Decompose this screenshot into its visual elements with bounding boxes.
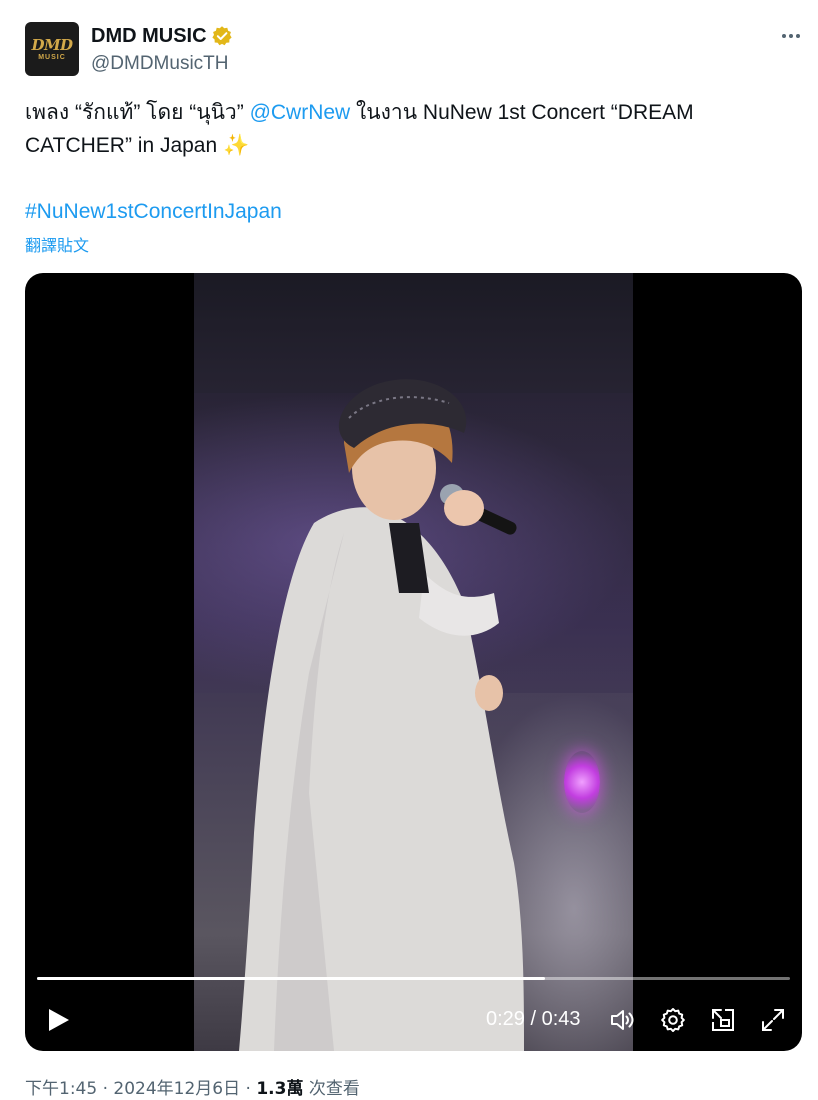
- views-count: 1.3萬: [256, 1079, 304, 1099]
- tweet-card: DMD MUSIC DMD MUSIC @DMDMusicTH เพลง “รั…: [0, 0, 818, 1100]
- post-time[interactable]: 下午1:45: [25, 1079, 97, 1099]
- display-name[interactable]: DMD MUSIC: [91, 25, 207, 48]
- avatar-logo-subtext: MUSIC: [38, 53, 66, 61]
- performer-figure: [239, 379, 524, 1051]
- volume-icon[interactable]: [608, 1006, 636, 1034]
- more-options-button[interactable]: [778, 24, 804, 48]
- tweet-text: เพลง “รักแท้” โดย “นุนิว” @CwrNew ในงาน …: [25, 96, 795, 162]
- video-frame[interactable]: [194, 273, 633, 1051]
- sparkle-emoji: ✨: [223, 134, 250, 157]
- tweet-text-part1: เพลง “รักแท้” โดย “นุนิว”: [25, 101, 250, 124]
- video-progress-bar[interactable]: [37, 977, 790, 980]
- views-label: 次查看: [303, 1079, 360, 1099]
- time-separator: /: [524, 1008, 542, 1030]
- current-time: 0:29: [486, 1008, 525, 1030]
- fullscreen-icon[interactable]: [759, 1006, 787, 1034]
- post-date[interactable]: 2024年12月6日: [113, 1079, 240, 1099]
- name-row: DMD MUSIC: [91, 24, 233, 48]
- gear-icon[interactable]: [659, 1006, 687, 1034]
- video-player[interactable]: 0:29 / 0:43: [25, 273, 802, 1051]
- tweet-meta: 下午1:45 · 2024年12月6日 · 1.3萬 次查看: [25, 1074, 360, 1099]
- meta-separator: ·: [97, 1079, 114, 1099]
- meta-separator: ·: [240, 1079, 257, 1099]
- verified-badge-icon: [211, 26, 232, 46]
- translate-post-link[interactable]: 翻譯貼文: [25, 232, 89, 256]
- mention-link[interactable]: @CwrNew: [250, 101, 351, 124]
- more-options-dot: [796, 34, 800, 38]
- picture-in-picture-icon[interactable]: [709, 1006, 737, 1034]
- play-icon[interactable]: [43, 1005, 73, 1035]
- avatar-logo-text: DMD: [31, 35, 73, 54]
- avatar[interactable]: DMD MUSIC: [25, 22, 79, 76]
- duration: 0:43: [541, 1008, 581, 1030]
- hashtag-link[interactable]: #NuNew1stConcertInJapan: [25, 197, 282, 227]
- user-handle[interactable]: @DMDMusicTH: [91, 53, 229, 75]
- more-options-dot: [789, 34, 793, 38]
- video-time-readout: 0:29 / 0:43: [486, 1008, 581, 1031]
- video-progress-fill: [37, 977, 545, 980]
- more-options-icon: [782, 34, 786, 38]
- pink-light-stick: [564, 751, 600, 813]
